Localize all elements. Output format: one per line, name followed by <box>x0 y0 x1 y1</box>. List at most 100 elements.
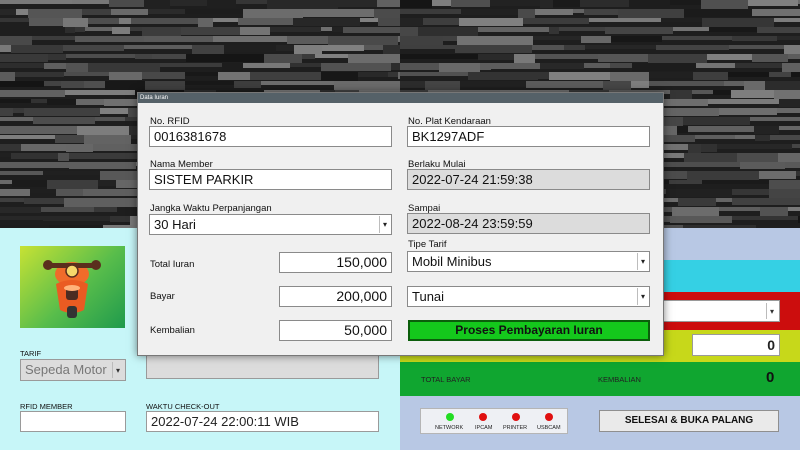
static-noise <box>549 27 559 34</box>
static-noise <box>687 171 759 180</box>
rfid-input[interactable]: 0016381678 <box>149 126 392 147</box>
static-noise <box>0 207 41 213</box>
payment-method-select[interactable]: ▾ <box>660 300 780 322</box>
jangka-label: Jangka Waktu Perpanjangan <box>150 203 272 214</box>
static-noise <box>303 9 374 17</box>
static-noise <box>696 63 735 68</box>
static-noise <box>276 45 294 51</box>
static-noise <box>400 54 478 59</box>
static-noise <box>778 153 800 162</box>
static-noise <box>451 0 490 7</box>
tarif-value: Sepeda Motor <box>25 362 107 377</box>
static-noise <box>400 36 443 45</box>
static-noise <box>364 45 383 50</box>
static-noise <box>95 117 125 121</box>
static-noise <box>757 27 800 33</box>
static-noise <box>321 27 332 31</box>
static-noise <box>491 63 540 69</box>
usbcam-status-icon <box>545 413 553 421</box>
static-noise <box>661 18 702 22</box>
jangka-select[interactable]: 30 Hari ▾ <box>149 214 392 235</box>
berlaku-field: 2022-07-24 21:59:38 <box>407 169 650 190</box>
static-noise <box>0 108 13 116</box>
static-noise <box>69 153 142 159</box>
static-noise <box>294 45 322 54</box>
static-noise <box>523 18 589 24</box>
static-noise <box>584 63 610 68</box>
static-noise <box>724 81 744 86</box>
static-noise <box>124 45 192 49</box>
kembalian-value: 0 <box>766 369 775 386</box>
plat-input[interactable]: BK1297ADF <box>407 126 650 147</box>
static-noise <box>83 189 143 196</box>
static-noise <box>684 9 752 17</box>
selesai-buka-palang-button[interactable]: SELESAI & BUKA PALANG <box>599 410 779 432</box>
static-noise <box>287 36 328 44</box>
static-noise <box>585 45 656 49</box>
metode-select[interactable]: Tunai ▾ <box>407 286 650 307</box>
bayar-label: Bayar <box>150 291 175 302</box>
static-noise <box>769 180 800 189</box>
static-noise <box>735 63 782 68</box>
static-noise <box>0 162 69 168</box>
static-noise <box>701 0 748 9</box>
static-noise <box>740 162 785 169</box>
static-noise <box>0 72 15 81</box>
static-noise <box>77 126 129 135</box>
static-noise <box>432 0 451 6</box>
static-noise <box>234 81 261 88</box>
static-noise <box>683 117 750 125</box>
static-noise <box>11 45 63 53</box>
total-iuran-field: 150,000 <box>279 252 392 273</box>
proses-pembayaran-button[interactable]: Proses Pembayaran Iuran <box>408 320 650 341</box>
static-noise <box>75 36 144 42</box>
static-noise <box>526 81 603 88</box>
static-noise <box>535 9 573 15</box>
static-noise <box>684 153 737 162</box>
static-noise <box>618 9 684 18</box>
static-noise <box>100 108 128 114</box>
kembalian-label: KEMBALIAN <box>598 375 641 384</box>
static-noise <box>0 54 48 62</box>
printer-status-label: PRINTER <box>503 425 528 431</box>
static-noise <box>532 45 564 50</box>
static-noise <box>69 162 136 169</box>
static-noise <box>796 171 800 176</box>
static-noise <box>735 135 755 139</box>
bayar-input[interactable]: 0 <box>692 334 780 356</box>
static-noise <box>213 36 287 42</box>
static-noise <box>12 180 47 187</box>
static-noise <box>119 18 131 24</box>
static-noise <box>41 207 94 212</box>
static-noise <box>58 153 69 161</box>
rfid-member-input[interactable] <box>20 411 126 432</box>
member-input[interactable]: SISTEM PARKIR <box>149 169 392 190</box>
static-noise <box>400 27 418 36</box>
static-noise <box>55 135 84 143</box>
tipe-select[interactable]: Mobil Minibus ▾ <box>407 251 650 272</box>
static-noise <box>538 72 549 79</box>
total-bayar-label: TOTAL BAYAR <box>421 375 471 384</box>
static-noise <box>24 198 64 204</box>
static-noise <box>670 0 701 5</box>
static-noise <box>737 153 778 162</box>
tarif-select[interactable]: Sepeda Motor ▾ <box>20 359 126 381</box>
static-noise <box>360 18 378 22</box>
static-noise <box>66 54 135 58</box>
printer-status-icon <box>512 413 520 421</box>
static-noise <box>748 0 798 6</box>
static-noise <box>290 63 321 67</box>
static-noise <box>315 54 348 58</box>
static-noise <box>0 81 44 87</box>
static-noise <box>605 27 673 34</box>
static-noise <box>752 9 800 16</box>
static-noise <box>75 27 85 32</box>
static-noise <box>717 144 792 149</box>
static-noise <box>461 9 518 15</box>
static-noise <box>478 27 549 32</box>
bayar-input[interactable]: 200,000 <box>279 286 392 307</box>
static-noise <box>378 18 400 26</box>
static-noise <box>770 135 800 140</box>
chevron-down-icon: ▾ <box>637 288 648 305</box>
metode-value: Tunai <box>412 289 445 304</box>
